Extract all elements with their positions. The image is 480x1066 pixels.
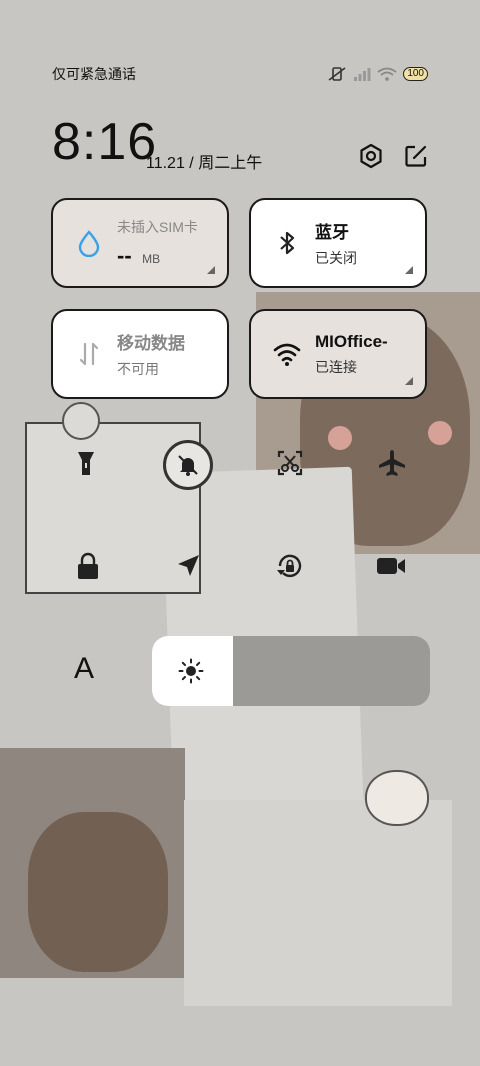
brightness-slider[interactable]	[152, 636, 430, 706]
lock-screen-toggle[interactable]	[65, 543, 111, 589]
carrier-text: 仅可紧急通话	[52, 66, 136, 82]
edit-icon[interactable]	[403, 143, 429, 169]
font-size-button[interactable]: A	[74, 652, 94, 686]
battery-indicator: 100	[403, 67, 428, 81]
sun-icon	[178, 658, 204, 684]
airplane-icon	[379, 450, 405, 476]
wifi-network-name: MIOffice-	[315, 331, 388, 351]
bluetooth-title: 蓝牙	[315, 223, 349, 242]
mute-icon	[178, 455, 198, 476]
location-toggle[interactable]	[165, 543, 211, 589]
wallpaper-smile-sticker	[62, 402, 100, 440]
status-bar: 仅可紧急通话 100	[52, 64, 428, 84]
mute-toggle[interactable]	[163, 440, 213, 490]
lock-icon	[78, 552, 98, 579]
status-icons: 100	[327, 66, 428, 82]
signal-icon	[354, 68, 371, 81]
rotation-lock-icon	[277, 554, 302, 578]
water-drop-icon	[78, 230, 100, 257]
bluetooth-tile[interactable]: 蓝牙 已关闭	[249, 198, 427, 288]
wifi-status-icon	[377, 67, 397, 81]
wallpaper-bear-left	[28, 812, 168, 972]
mobile-data-title: 移动数据	[117, 334, 185, 353]
data-usage-tile[interactable]: 未插入SIM卡 -- MB	[51, 198, 229, 288]
data-usage-value: --	[117, 243, 132, 268]
wallpaper-bear-sticker	[365, 770, 429, 826]
mobile-data-icon	[79, 342, 99, 366]
bear-cheek	[428, 421, 452, 445]
bluetooth-status: 已关闭	[315, 250, 357, 266]
wifi-tile[interactable]: MIOffice- 已连接	[249, 309, 427, 399]
flashlight-toggle[interactable]	[63, 440, 109, 486]
video-camera-icon	[377, 558, 405, 574]
expand-corner-icon	[405, 377, 413, 385]
screen-record-toggle[interactable]	[368, 543, 414, 589]
airplane-toggle[interactable]	[369, 440, 415, 486]
expand-corner-icon	[405, 266, 413, 274]
date-text: 11.21 / 周二上午	[146, 155, 263, 172]
bluetooth-icon	[280, 231, 295, 255]
screenshot-icon	[277, 450, 303, 476]
sim-status-label: 未插入SIM卡	[117, 219, 198, 235]
settings-icon[interactable]	[358, 143, 384, 169]
flashlight-icon	[78, 452, 94, 475]
location-arrow-icon	[178, 555, 199, 576]
expand-corner-icon	[207, 266, 215, 274]
clock: 8:16	[52, 113, 158, 171]
wifi-icon	[273, 343, 301, 366]
wallpaper-doodle-paper	[184, 800, 452, 1006]
vibrate-off-icon	[328, 67, 346, 81]
mobile-data-tile[interactable]: 移动数据 不可用	[51, 309, 229, 399]
data-usage-unit: MB	[142, 252, 161, 266]
rotation-lock-toggle[interactable]	[267, 543, 313, 589]
bear-cheek	[328, 426, 352, 450]
mobile-data-status: 不可用	[117, 361, 159, 377]
wifi-status: 已连接	[315, 358, 357, 375]
screenshot-toggle[interactable]	[267, 440, 313, 486]
